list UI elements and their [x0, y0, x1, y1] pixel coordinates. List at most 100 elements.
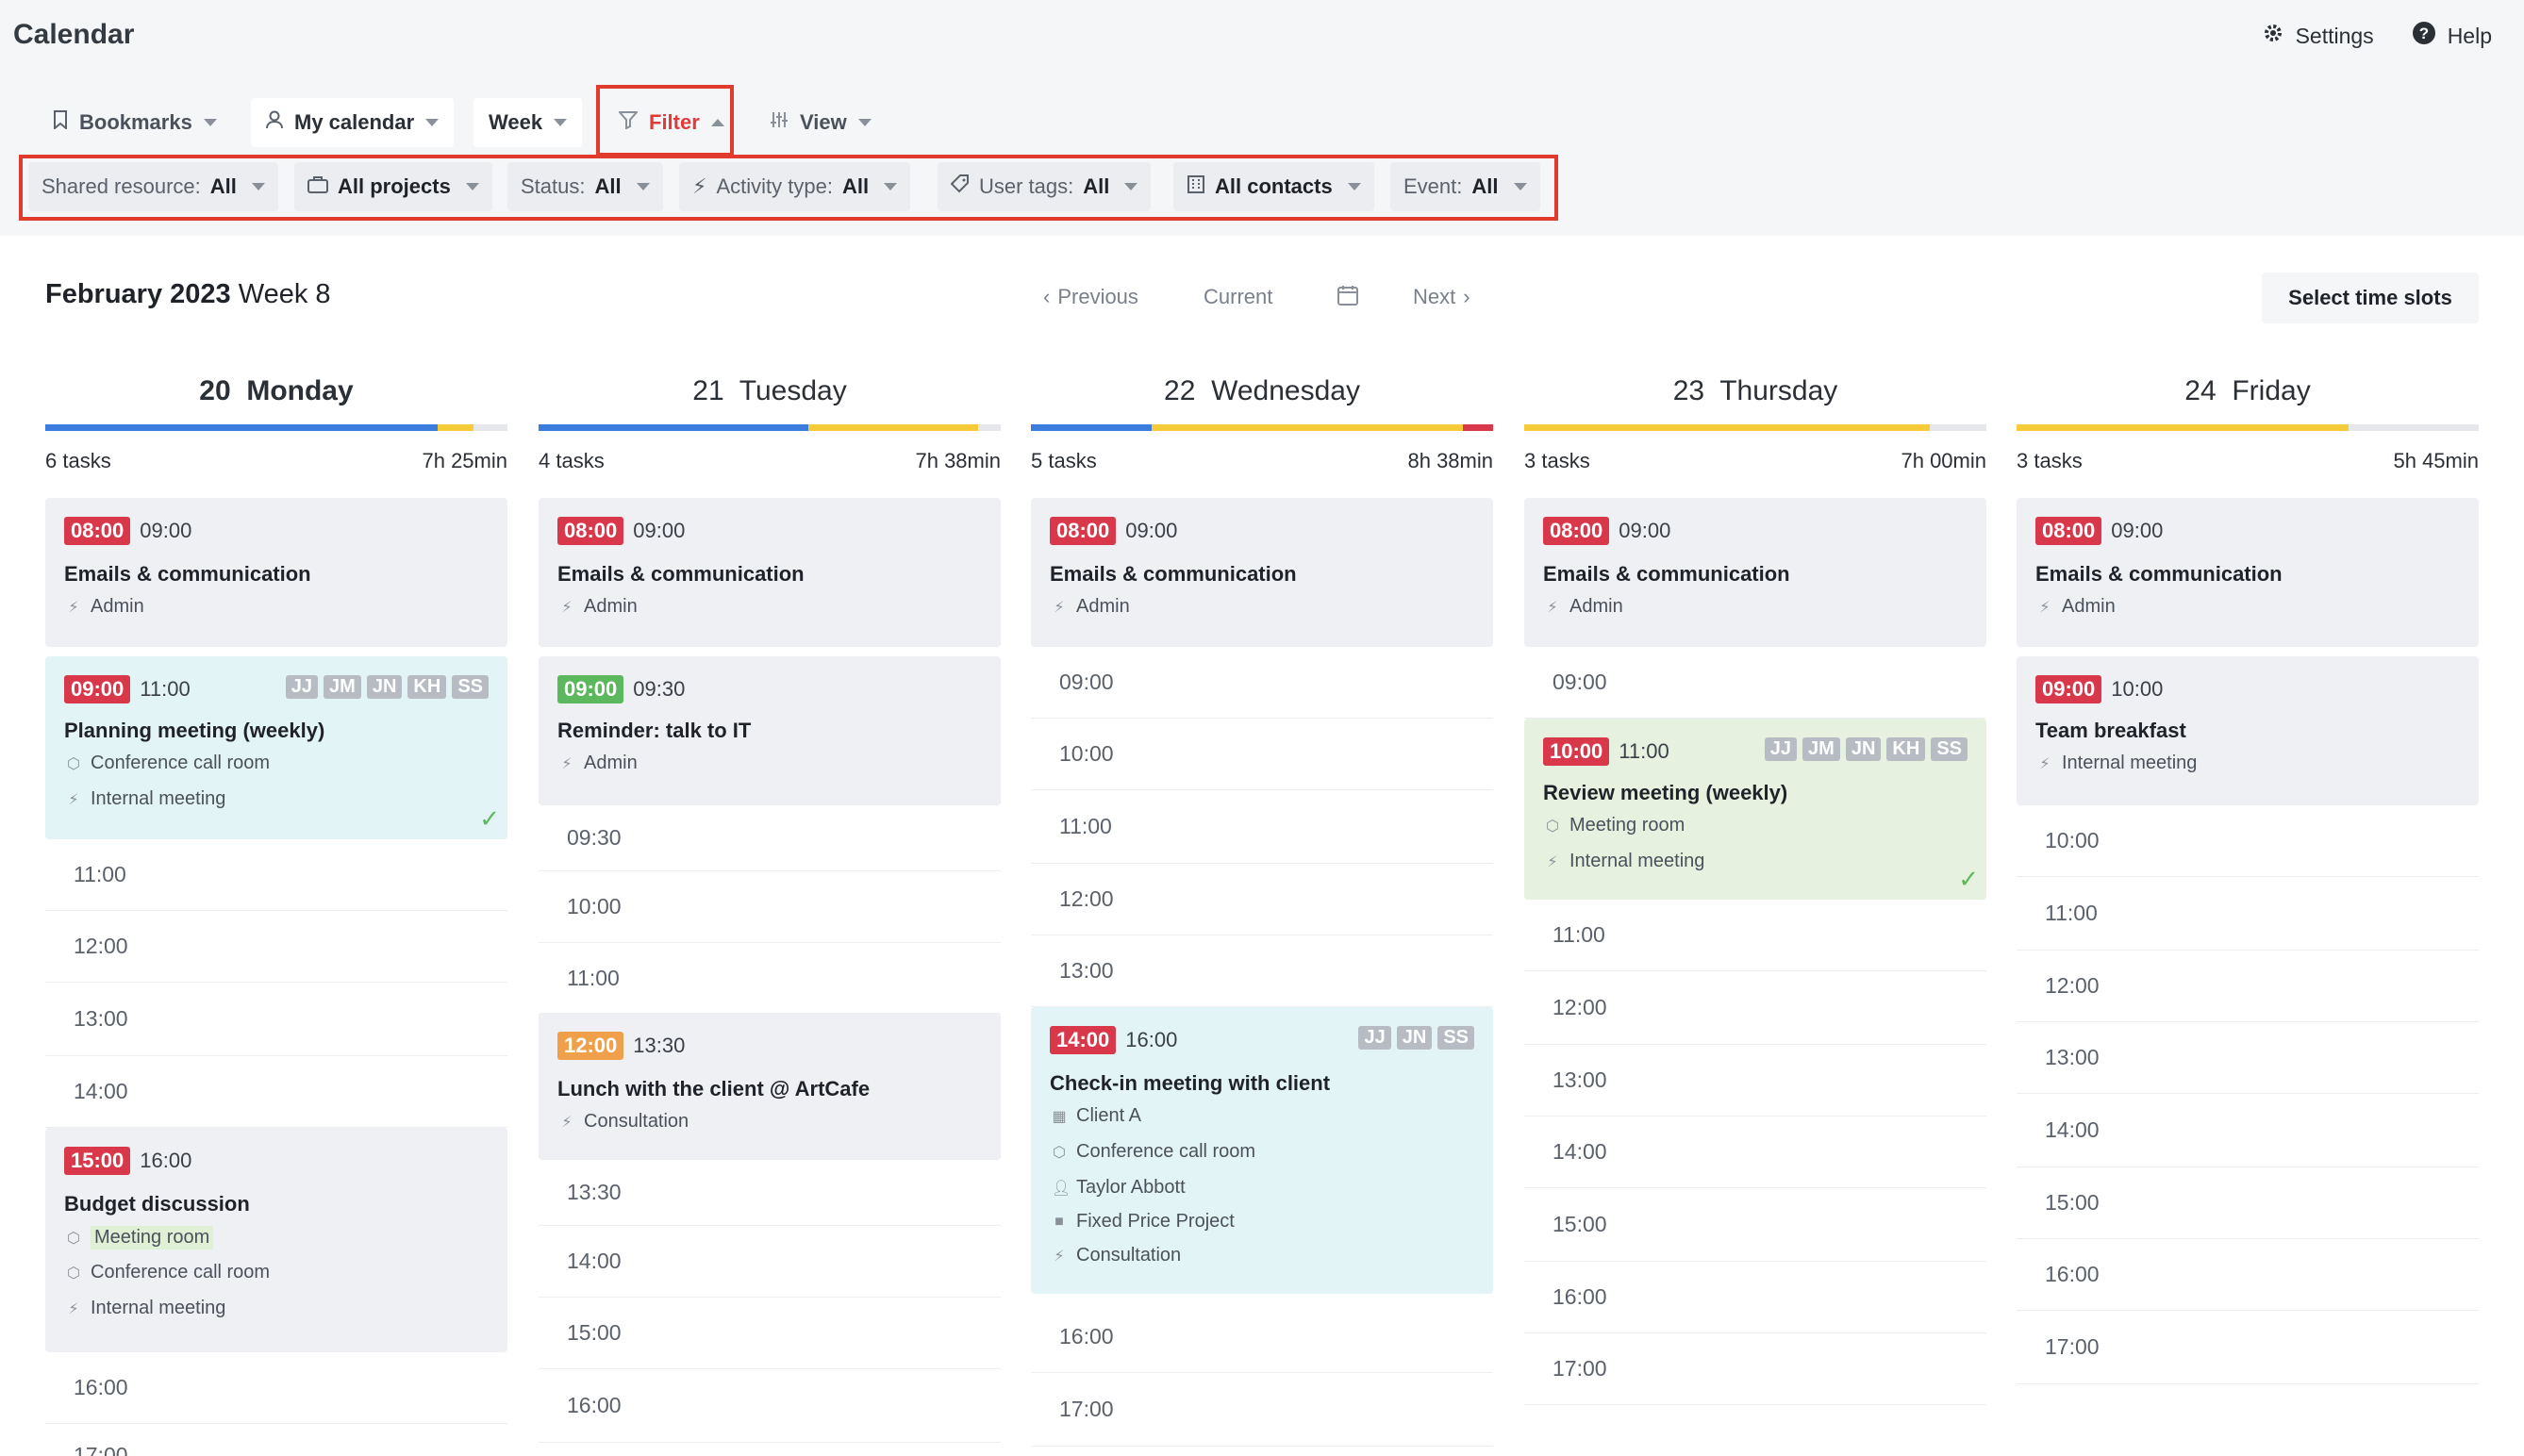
my-calendar-label: My calendar — [294, 110, 415, 134]
select-time-slots-button[interactable]: Select time slots — [2262, 273, 2479, 323]
bookmarks-dropdown[interactable]: Bookmarks — [38, 98, 232, 147]
settings-button[interactable]: Settings — [2262, 22, 2374, 50]
week-dropdown[interactable]: Week — [473, 98, 583, 147]
time-slot[interactable]: 16:00 — [539, 1369, 1001, 1443]
start-time-badge: 10:00 — [1543, 737, 1610, 766]
day-column-thursday: 23 Thursday 3 tasks 7h 00min 08:00 09:00 E… — [1524, 358, 1986, 1456]
time-slot[interactable]: 15:00 — [1524, 1188, 1986, 1262]
next-button[interactable]: Next › — [1413, 285, 1470, 309]
resource: Meeting room — [1569, 815, 1685, 836]
time-slot[interactable]: 09:30 — [539, 805, 1001, 871]
top-bar: Calendar Settings ? Help — [0, 0, 2524, 77]
time-slot[interactable]: 11:00 — [45, 839, 507, 911]
week-title: February 2023 Week 8 — [45, 279, 331, 310]
time-slot[interactable]: 10:00 — [539, 871, 1001, 943]
avatar: JM — [1802, 737, 1840, 761]
time-slot[interactable]: 10:00 — [1031, 719, 1493, 790]
start-time-badge: 08:00 — [2035, 517, 2102, 545]
event-card[interactable]: 14:00 16:00 JJ JN SS Check-in meeting with … — [1031, 1007, 1493, 1294]
avatar: KH — [1886, 737, 1926, 761]
time-slot[interactable]: 14:00 — [539, 1226, 1001, 1298]
activity-type: Admin — [584, 753, 638, 773]
time-slot[interactable]: 13:00 — [45, 983, 507, 1056]
time-slot[interactable]: 09:00 — [1524, 647, 1986, 719]
previous-button[interactable]: ‹ Previous — [1043, 285, 1138, 309]
day-column-wednesday: 22 Wednesday 5 tasks 8h 38min 08:00 09:00 … — [1031, 358, 1493, 1456]
event-card[interactable]: 09:00 10:00 Team breakfast ⚡︎ Internal mee… — [2017, 656, 2479, 805]
event-title: Lunch with the client @ ArtCafe — [557, 1077, 871, 1100]
event-card[interactable]: 10:00 11:00 JJ JM JN KH SS Review meeting (we… — [1524, 719, 1986, 900]
date-picker-button[interactable] — [1337, 285, 1358, 311]
start-time-badge: 09:00 — [2035, 675, 2102, 703]
end-time: 09:30 — [633, 677, 686, 701]
event-card[interactable]: 15:00 16:00 Budget discussion ⬡ Meeting ro… — [45, 1128, 507, 1352]
cube-icon: ⬡ — [67, 1230, 80, 1247]
time-slot[interactable]: 11:00 — [1031, 790, 1493, 864]
time-slot[interactable]: 12:00 — [1524, 971, 1986, 1045]
project: Fixed Price Project — [1076, 1211, 1235, 1232]
event-card[interactable]: 08:00 09:00 Emails & communication ⚡︎ Admi… — [45, 498, 507, 647]
time-slot[interactable]: 17:00 — [1524, 1333, 1986, 1405]
next-label: Next — [1413, 285, 1456, 308]
time-slot[interactable]: 17:00 — [45, 1424, 507, 1456]
current-button[interactable]: Current — [1204, 285, 1272, 309]
time-slot[interactable]: 14:00 — [2017, 1094, 2479, 1167]
event-card[interactable]: 08:00 09:00 Emails & communication ⚡︎ Admi… — [2017, 498, 2479, 647]
time-slot[interactable]: 11:00 — [539, 943, 1001, 1015]
checkmark-icon: ✓ — [1958, 865, 1979, 893]
time-slot[interactable]: 15:00 — [2017, 1167, 2479, 1239]
time-slot[interactable]: 16:00 — [1031, 1301, 1493, 1373]
total-hours: 7h 25min — [422, 449, 507, 472]
day-header: 21 Tuesday — [692, 375, 847, 406]
time-slot[interactable]: 12:00 — [1031, 864, 1493, 935]
chevron-down-icon — [203, 119, 217, 126]
task-count: 4 tasks — [539, 449, 605, 472]
bolt-icon: ⚡︎ — [1054, 1248, 1065, 1265]
bolt-icon: ⚡︎ — [68, 599, 79, 616]
event-card[interactable]: 09:00 09:30 Reminder: talk to IT ⚡︎ Admin — [539, 656, 1001, 805]
time-slot[interactable]: 13:00 — [1524, 1045, 1986, 1117]
time-slot[interactable]: 16:00 — [1524, 1262, 1986, 1333]
event-title: Check-in meeting with client — [1050, 1071, 1331, 1095]
task-count: 3 tasks — [2017, 449, 2083, 472]
time-slot[interactable]: 13:00 — [1031, 935, 1493, 1007]
event-card[interactable]: 08:00 09:00 Emails & communication ⚡︎ Admi… — [539, 498, 1001, 647]
time-slot[interactable]: 16:00 — [45, 1352, 507, 1424]
time-slot[interactable]: 17:00 — [2017, 1311, 2479, 1384]
event-card[interactable]: 08:00 09:00 Emails & communication ⚡︎ Admi… — [1031, 498, 1493, 647]
time-slot[interactable]: 10:00 — [2017, 805, 2479, 877]
time-slot[interactable]: 14:00 — [1524, 1117, 1986, 1188]
calendar-icon — [1337, 285, 1358, 311]
time-slot[interactable]: 16:00 — [2017, 1239, 2479, 1311]
filters-highlight — [19, 155, 1558, 221]
settings-label: Settings — [2295, 23, 2374, 48]
activity-type: Admin — [91, 596, 144, 617]
workload-bar — [2017, 424, 2479, 431]
day-column-tuesday: 21 Tuesday 4 tasks 7h 38min 08:00 09:00 Em… — [539, 358, 1001, 1456]
day-column-monday: 20 Monday 6 tasks 7h 25min 08:00 09:00 Ema… — [45, 358, 507, 1456]
event-title: Budget discussion — [64, 1192, 250, 1216]
time-slot[interactable]: 13:00 — [2017, 1022, 2479, 1094]
help-label: Help — [2447, 23, 2492, 48]
event-card[interactable]: 12:00 13:30 Lunch with the client @ ArtCa… — [539, 1013, 1001, 1160]
event-card[interactable]: 08:00 09:00 Emails & communication ⚡︎ Admi… — [1524, 498, 1986, 647]
time-slot[interactable]: 13:30 — [539, 1160, 1001, 1226]
time-slot[interactable]: 11:00 — [2017, 877, 2479, 951]
time-slot[interactable]: 12:00 — [2017, 951, 2479, 1022]
time-slot[interactable]: 15:00 — [539, 1298, 1001, 1369]
time-slot[interactable]: 09:00 — [1031, 647, 1493, 719]
time-slot[interactable]: 14:00 — [45, 1056, 507, 1128]
end-time: 09:00 — [140, 519, 192, 542]
avatar: SS — [1931, 737, 1968, 761]
help-button[interactable]: ? Help — [2412, 21, 2492, 51]
time-slot[interactable]: 12:00 — [45, 911, 507, 983]
end-time: 09:00 — [2111, 519, 2164, 542]
activity-type: Internal meeting — [91, 1298, 226, 1318]
view-dropdown[interactable]: View — [755, 98, 887, 147]
time-slot[interactable]: 11:00 — [1524, 900, 1986, 971]
time-slot[interactable]: 17:00 — [1031, 1373, 1493, 1447]
briefcase-icon: ■ — [1054, 1213, 1064, 1230]
my-calendar-dropdown[interactable]: My calendar — [251, 98, 455, 147]
event-card[interactable]: 09:00 11:00 JJ JM JN KH SS Planning meeting (… — [45, 656, 507, 839]
event-title: Review meeting (weekly) — [1543, 781, 1788, 804]
